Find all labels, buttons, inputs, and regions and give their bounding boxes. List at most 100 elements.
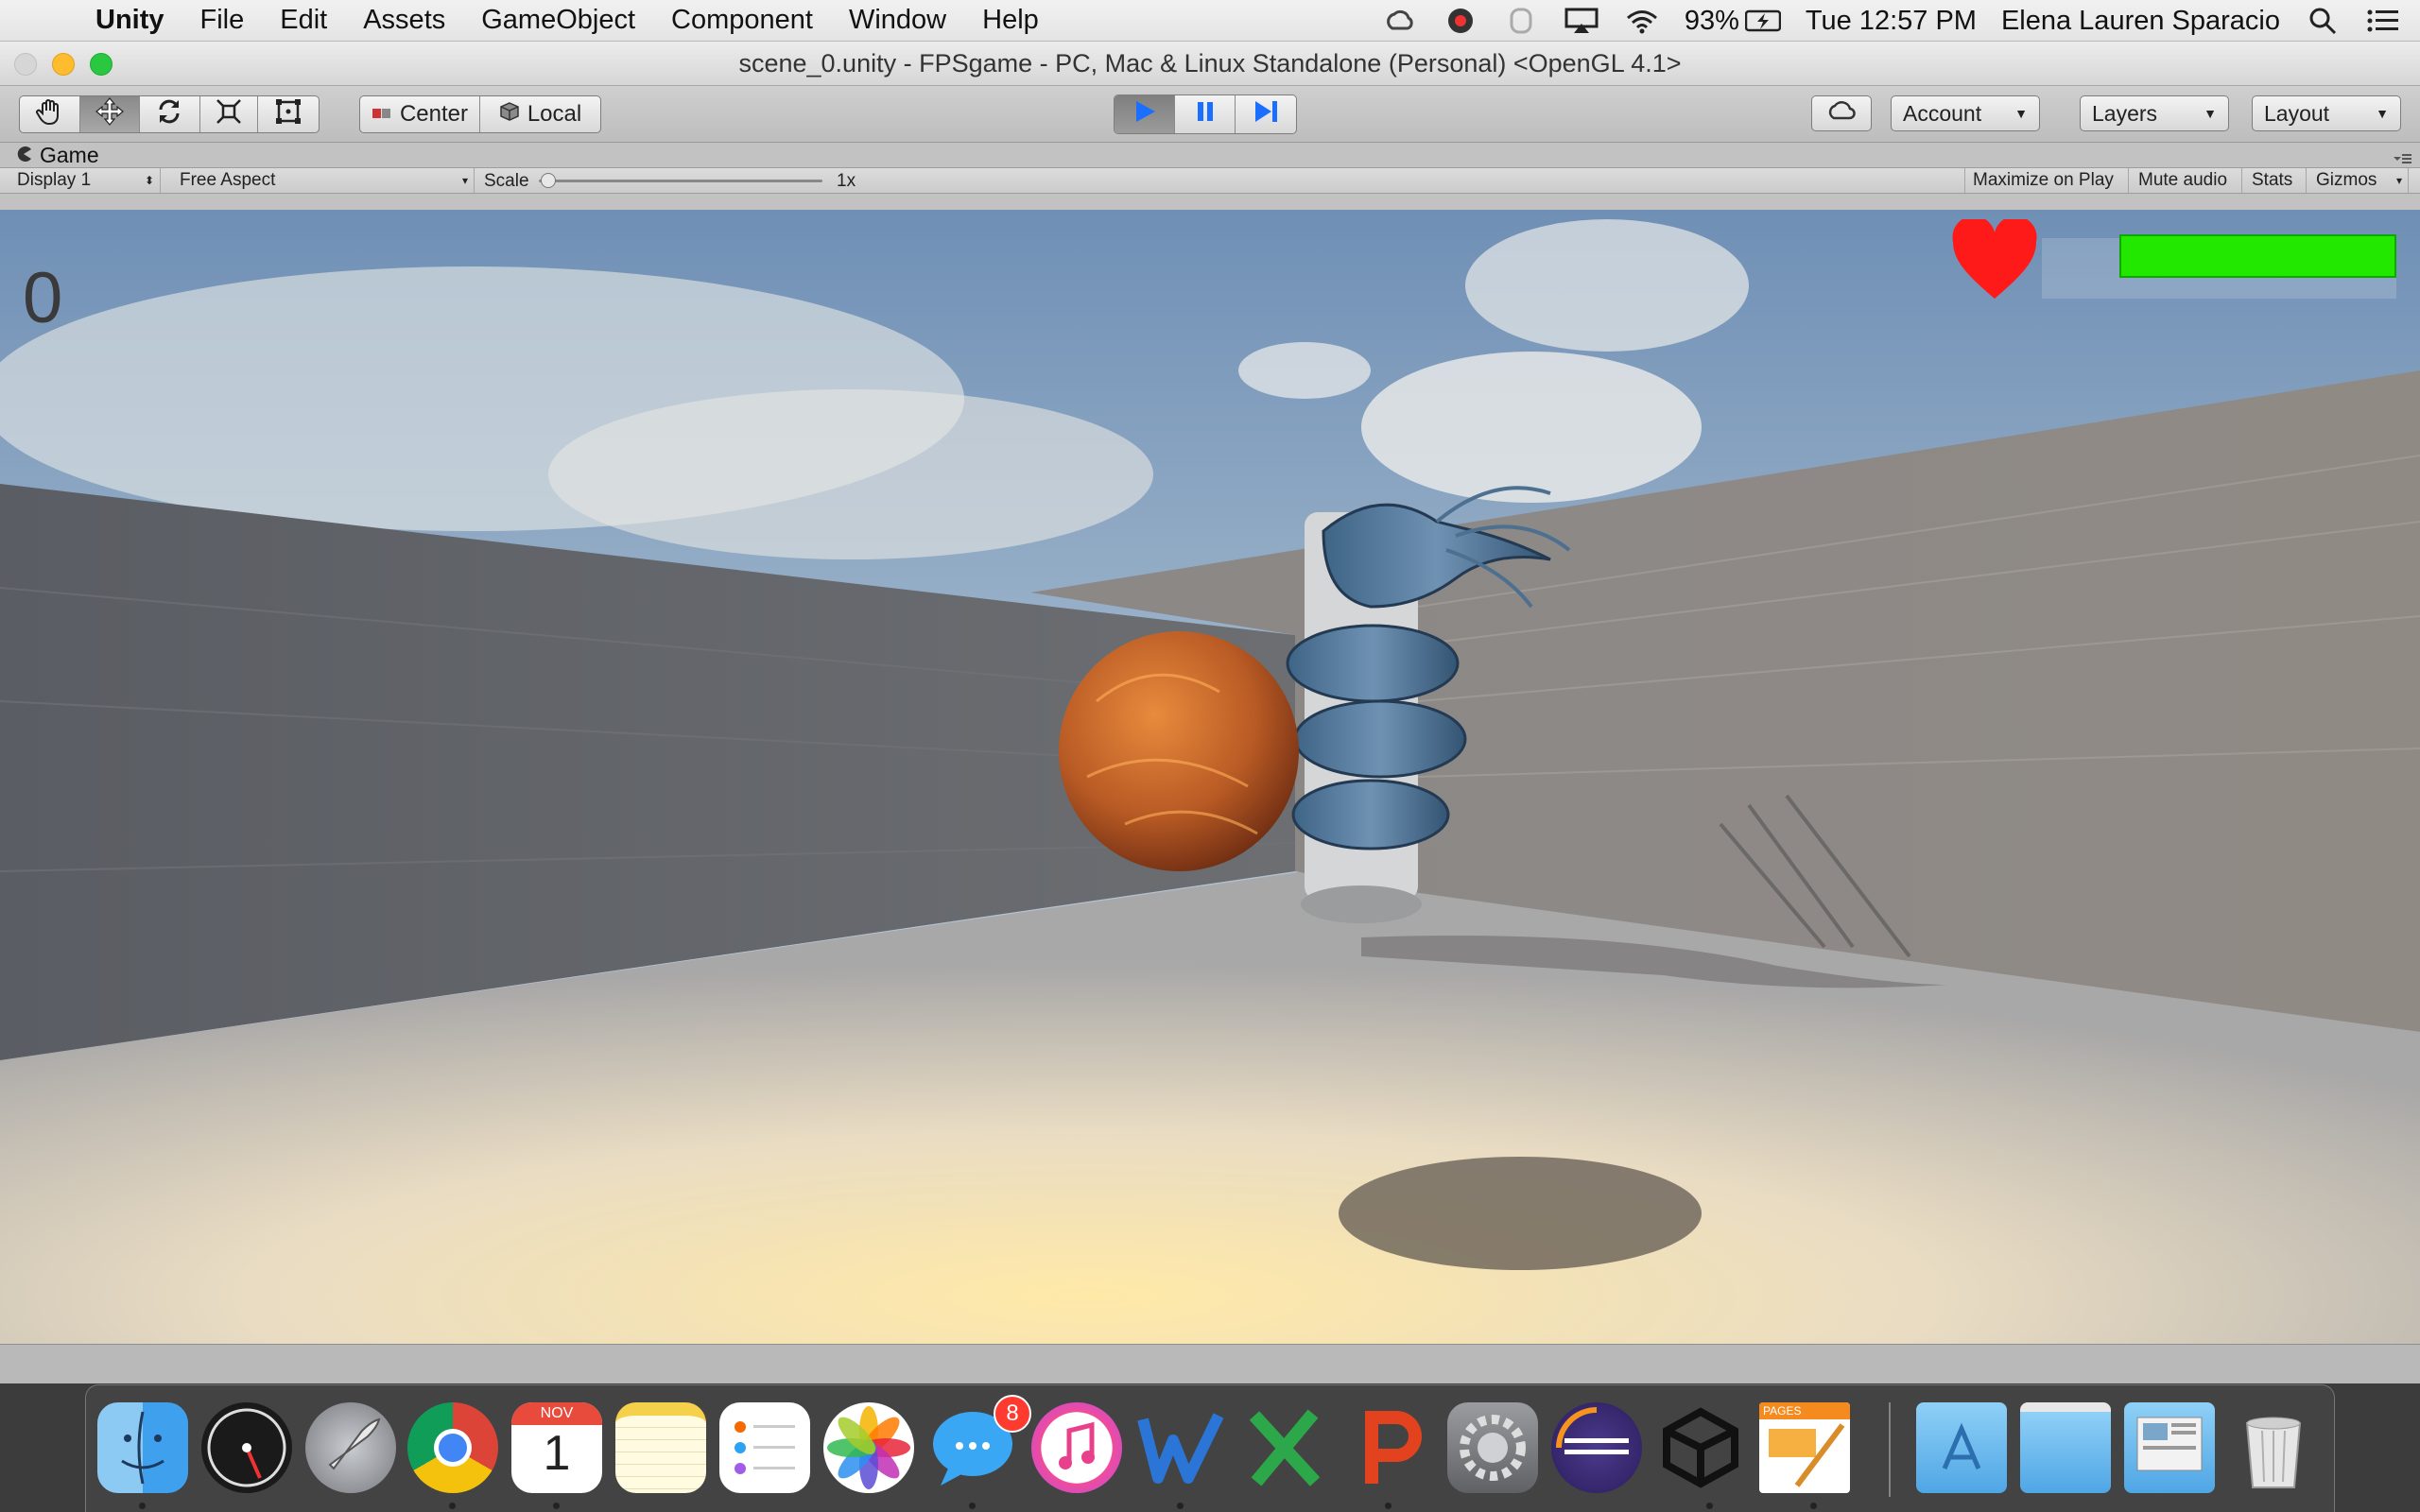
layout-label: Layout	[2264, 100, 2330, 126]
running-indicator	[1706, 1503, 1713, 1509]
menu-component[interactable]: Component	[653, 5, 831, 36]
step-button[interactable]	[1236, 95, 1296, 133]
close-window-button[interactable]	[14, 53, 37, 76]
running-indicator	[969, 1503, 976, 1509]
rect-tool-button[interactable]	[258, 96, 319, 132]
itunes-icon[interactable]	[1031, 1402, 1122, 1493]
tab-game[interactable]: Game	[15, 143, 99, 167]
pivot-local-button[interactable]: Local	[480, 96, 600, 132]
move-tool-button[interactable]	[79, 96, 141, 132]
calendar-day: 1	[543, 1426, 571, 1481]
pivot-controls: Center Local	[359, 95, 601, 133]
menu-window[interactable]: Window	[831, 5, 964, 36]
user-name[interactable]: Elena Lauren Sparacio	[2001, 6, 2280, 37]
running-indicator	[1810, 1503, 1817, 1509]
app-status-icon[interactable]	[1503, 7, 1539, 35]
menu-help[interactable]: Help	[964, 5, 1057, 36]
menu-app[interactable]: Unity	[78, 5, 182, 36]
scale-label: Scale	[484, 171, 529, 191]
chevron-down-icon: ▾	[461, 174, 468, 187]
notification-center-icon[interactable]	[2365, 7, 2401, 35]
documents-folder-icon[interactable]	[2020, 1402, 2111, 1493]
scale-value: 1x	[837, 171, 856, 191]
spotlight-search-icon[interactable]	[2305, 7, 2341, 35]
window-title: scene_0.unity - FPSgame - PC, Mac & Linu…	[738, 48, 1682, 77]
notes-icon[interactable]	[615, 1402, 706, 1493]
menu-file[interactable]: File	[182, 5, 263, 36]
scale-slider-thumb[interactable]	[541, 173, 556, 188]
running-indicator	[1177, 1503, 1184, 1509]
hand-tool-button[interactable]	[20, 96, 80, 132]
zoom-window-button[interactable]	[90, 53, 112, 76]
pivot-center-icon	[372, 101, 392, 128]
running-indicator	[553, 1503, 560, 1509]
layout-dropdown[interactable]: Layout ▼	[2252, 95, 2401, 131]
calendar-month: NOV	[511, 1402, 602, 1425]
word-icon[interactable]	[1135, 1402, 1226, 1493]
play-icon	[1132, 98, 1158, 131]
airplay-icon[interactable]	[1564, 7, 1599, 35]
local-cube-icon	[499, 101, 520, 129]
stats-label: Stats	[2252, 170, 2293, 190]
creative-cloud-icon[interactable]	[1382, 7, 1418, 35]
menu-clock[interactable]: Tue 12:57 PM	[1806, 6, 1977, 37]
screen-recorder-icon[interactable]	[1443, 7, 1478, 35]
layers-label: Layers	[2092, 100, 2158, 126]
transform-tools	[19, 95, 320, 133]
reminders-icon[interactable]	[719, 1402, 810, 1493]
pages-icon[interactable]: PAGES	[1759, 1402, 1850, 1493]
photos-icon[interactable]	[823, 1402, 914, 1493]
scale-slider-track[interactable]	[539, 180, 822, 182]
display-select[interactable]: Display 1 ⬍	[9, 168, 161, 193]
menu-bar: Unity File Edit Assets GameObject Compon…	[0, 0, 2420, 42]
launchpad-rocket-icon[interactable]	[305, 1402, 396, 1493]
stats-toggle[interactable]: Stats	[2244, 168, 2307, 193]
pause-button[interactable]	[1175, 95, 1236, 133]
hand-icon	[35, 97, 63, 132]
chevron-down-icon: ▼	[2014, 106, 2028, 121]
step-icon	[1253, 98, 1279, 131]
menu-edit[interactable]: Edit	[262, 5, 345, 36]
messages-badge: 8	[994, 1395, 1031, 1433]
scale-tool-button[interactable]	[200, 96, 259, 132]
game-viewport[interactable]: 0	[0, 210, 2420, 1344]
rotate-tool-button[interactable]	[140, 96, 200, 132]
window-titlebar[interactable]: scene_0.unity - FPSgame - PC, Mac & Linu…	[0, 42, 2420, 86]
pivot-center-button[interactable]: Center	[360, 96, 480, 132]
trash-icon[interactable]	[2228, 1402, 2319, 1493]
gizmos-toggle[interactable]: Gizmos ▾	[2308, 168, 2409, 193]
disk-diag-gauge-icon[interactable]	[201, 1402, 292, 1493]
wifi-icon[interactable]	[1624, 7, 1660, 35]
move-arrows-icon	[95, 96, 125, 132]
aspect-label: Free Aspect	[180, 170, 276, 190]
mute-audio-toggle[interactable]: Mute audio	[2131, 168, 2242, 193]
maximize-on-play-toggle[interactable]: Maximize on Play	[1964, 168, 2129, 193]
system-preferences-gear-icon[interactable]	[1447, 1402, 1538, 1493]
battery-charging-icon[interactable]	[1744, 7, 1781, 35]
excel-icon[interactable]	[1239, 1402, 1330, 1493]
running-indicator	[1385, 1503, 1392, 1509]
downloads-stack-icon[interactable]	[2124, 1402, 2215, 1493]
minimize-window-button[interactable]	[52, 53, 75, 76]
account-dropdown[interactable]: Account ▼	[1891, 95, 2040, 131]
chrome-icon[interactable]	[407, 1402, 498, 1493]
unity-icon[interactable]	[1655, 1402, 1746, 1493]
pivot-local-label: Local	[527, 101, 582, 127]
running-indicator	[139, 1503, 146, 1509]
display-label: Display 1	[17, 170, 92, 190]
eclipse-icon[interactable]	[1551, 1402, 1642, 1493]
rotate-icon	[155, 97, 183, 132]
unity-window: scene_0.unity - FPSgame - PC, Mac & Linu…	[0, 42, 2420, 1383]
calendar-icon[interactable]: NOV 1	[511, 1402, 602, 1493]
layers-dropdown[interactable]: Layers ▼	[2080, 95, 2229, 131]
updown-arrow-icon: ⬍	[144, 174, 154, 187]
tab-game-label: Game	[40, 142, 99, 167]
menu-assets[interactable]: Assets	[345, 5, 463, 36]
menu-gameobject[interactable]: GameObject	[463, 5, 653, 36]
play-button[interactable]	[1115, 95, 1175, 133]
powerpoint-icon[interactable]	[1343, 1402, 1434, 1493]
collab-cloud-button[interactable]	[1811, 95, 1872, 131]
finder-icon[interactable]	[97, 1402, 188, 1493]
applications-folder-icon[interactable]	[1916, 1402, 2007, 1493]
aspect-select[interactable]: Free Aspect ▾	[172, 168, 475, 193]
